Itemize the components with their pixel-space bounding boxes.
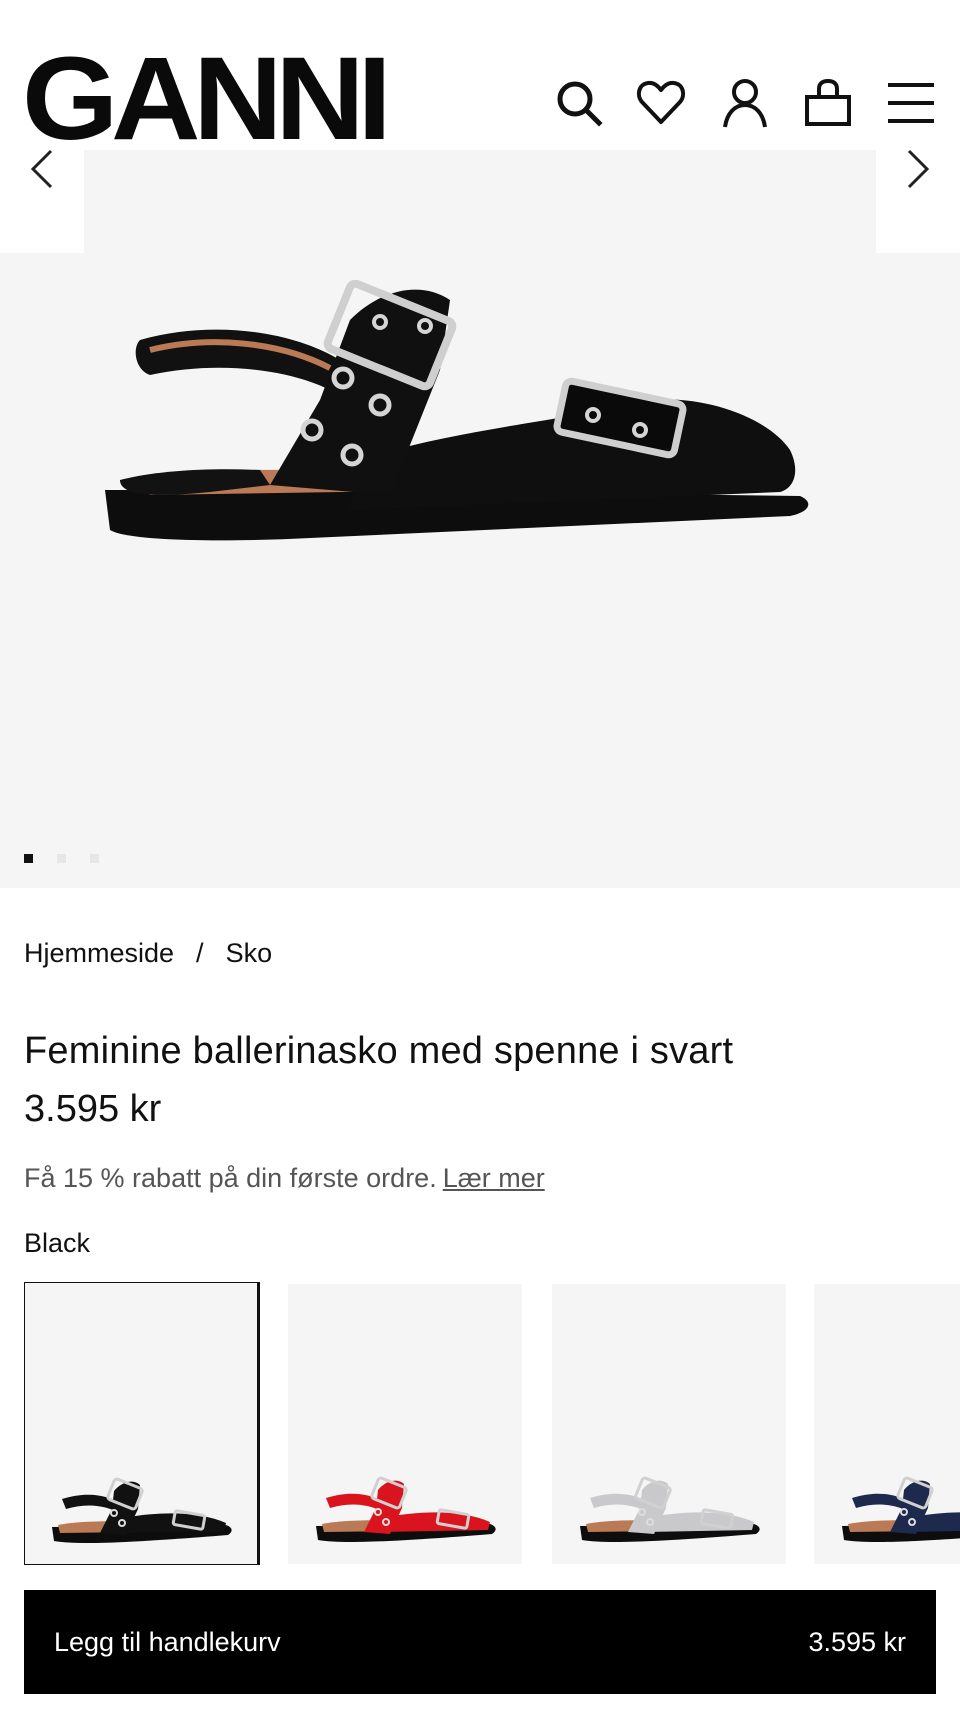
swatch-shoe-image <box>580 1476 760 1542</box>
menu-icon[interactable] <box>884 76 938 130</box>
promo-message: Få 15 % rabatt på din første ordre. Lær m… <box>24 1163 545 1194</box>
breadcrumb: Hjemmeside / Sko <box>24 938 272 969</box>
brand-logo[interactable]: GANNI <box>22 40 392 158</box>
color-swatch-navy[interactable] <box>814 1284 960 1564</box>
swatch-shoe-image <box>842 1476 960 1542</box>
breadcrumb-home[interactable]: Hjemmeside <box>24 938 174 969</box>
breadcrumb-separator: / <box>196 938 204 968</box>
user-icon[interactable] <box>718 76 772 130</box>
gallery-dot-2[interactable] <box>57 854 66 863</box>
swatch-shoe-image <box>316 1476 496 1542</box>
product-image-shoe <box>105 280 809 541</box>
gallery-dot-3[interactable] <box>90 854 99 863</box>
product-title: Feminine ballerinasko med spenne i svart <box>24 1030 734 1072</box>
promo-text: Få 15 % rabatt på din første ordre. <box>24 1163 437 1193</box>
gallery-dot-1[interactable] <box>24 854 33 863</box>
product-price: 3.595 kr <box>24 1088 162 1130</box>
color-swatch-list <box>24 1282 960 1565</box>
add-to-cart-button[interactable]: Legg til handlekurv 3.595 kr <box>24 1590 936 1694</box>
selected-color-label: Black <box>24 1228 91 1258</box>
gallery-next-arrow[interactable] <box>890 142 944 196</box>
search-icon[interactable] <box>552 76 606 130</box>
gallery-prev-arrow[interactable] <box>16 142 70 196</box>
color-swatch-red[interactable] <box>288 1284 522 1564</box>
swatch-shoe-image <box>52 1477 232 1543</box>
gallery-pagination <box>24 854 99 863</box>
bag-icon[interactable] <box>801 76 855 130</box>
color-swatch-silver[interactable] <box>552 1284 786 1564</box>
breadcrumb-category[interactable]: Sko <box>226 938 273 969</box>
header: GANNI <box>0 0 960 158</box>
add-to-cart-price: 3.595 kr <box>808 1626 906 1657</box>
add-to-cart-label: Legg til handlekurv <box>54 1626 281 1657</box>
color-swatch-black[interactable] <box>24 1282 260 1565</box>
heart-icon[interactable] <box>634 76 688 130</box>
promo-learn-more-link[interactable]: Lær mer <box>443 1163 545 1193</box>
